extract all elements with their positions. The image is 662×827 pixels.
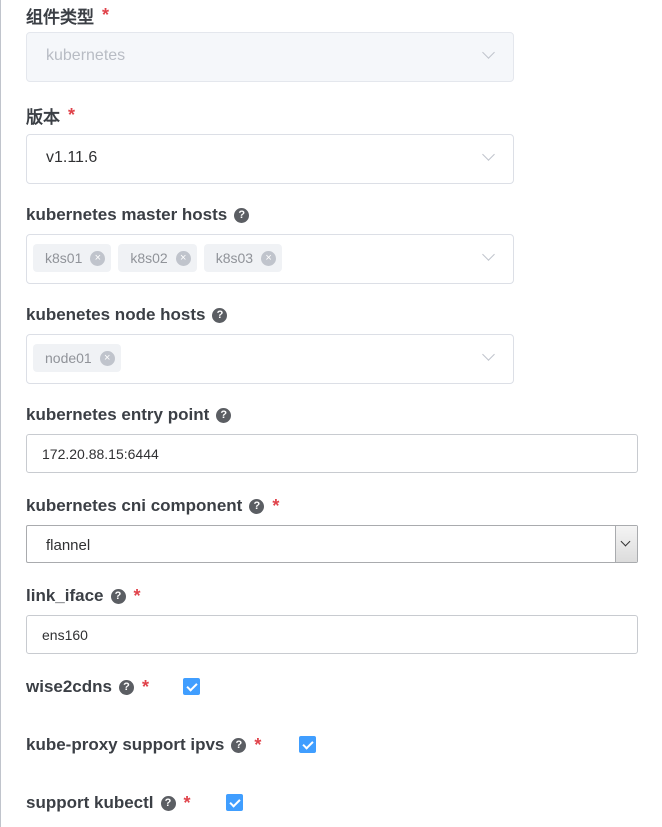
chevron-down-icon [482,46,495,59]
wise2cdns-checkbox[interactable] [183,678,200,695]
host-tag: k8s03 × [203,244,283,272]
node-hosts-label: kubenetes node hosts ? [26,304,228,326]
entry-point-label: kubernetes entry point ? [26,404,232,426]
component-type-value: kubernetes [46,47,126,64]
help-icon[interactable]: ? [160,795,176,811]
dropdown-arrow-icon[interactable] [615,526,637,562]
version-label: 版本 * [26,104,76,127]
master-hosts-label-text: kubernetes master hosts [26,205,228,224]
help-icon[interactable]: ? [249,498,265,514]
required-marker: * [68,104,76,125]
panel-left-border [0,0,1,827]
help-icon[interactable]: ? [212,307,228,323]
help-icon[interactable]: ? [234,207,250,223]
link-iface-input[interactable]: ens160 [26,615,638,654]
chevron-down-icon [482,148,495,161]
host-tag: k8s01 × [33,244,112,272]
link-iface-value: ens160 [42,627,88,643]
close-icon[interactable]: × [90,250,106,266]
help-icon[interactable]: ? [231,737,247,753]
kubectl-label: support kubectl ? * [26,792,191,814]
host-tag-label: node01 [45,350,92,366]
ipvs-label: kube-proxy support ipvs ? * [26,734,261,756]
ipvs-label-text: kube-proxy support ipvs [26,735,225,754]
help-icon[interactable]: ? [110,588,126,604]
host-tag-label: k8s01 [45,250,83,266]
component-type-label-text: 组件类型 [26,7,94,27]
host-tag-label: k8s03 [215,250,254,266]
ipvs-checkbox[interactable] [299,736,316,753]
required-marker: * [142,676,150,697]
kubectl-checkbox[interactable] [226,794,243,811]
cni-component-label-text: kubernetes cni component [26,496,243,515]
entry-point-input[interactable]: 172.20.88.15:6444 [26,434,638,473]
link-iface-label: link_iface ? * [26,585,141,607]
version-label-text: 版本 [26,107,60,127]
required-marker: * [133,585,141,606]
cni-component-label: kubernetes cni component ? * [26,495,279,517]
entry-point-label-text: kubernetes entry point [26,405,210,424]
entry-point-value: 172.20.88.15:6444 [42,446,159,462]
host-tag-label: k8s02 [130,250,168,266]
required-marker: * [272,495,280,516]
wise2cdns-label-text: wise2cdns [26,677,112,696]
cni-component-select[interactable]: flannel [26,525,638,563]
close-icon[interactable]: × [99,350,115,366]
kubectl-label-text: support kubectl [26,793,154,812]
link-iface-label-text: link_iface [26,586,104,605]
required-marker: * [254,734,262,755]
component-type-select[interactable]: kubernetes [26,32,514,82]
chevron-down-icon [482,348,495,361]
wise2cdns-label: wise2cdns ? * [26,676,149,698]
help-icon[interactable]: ? [216,407,232,423]
version-value: v1.11.6 [46,149,98,166]
master-hosts-select[interactable]: k8s01 × k8s02 × k8s03 × [26,234,514,284]
version-select[interactable]: v1.11.6 [26,134,514,184]
required-marker: * [102,4,110,25]
chevron-down-icon [482,248,495,261]
help-icon[interactable]: ? [119,679,134,695]
host-tag: node01 × [33,344,121,372]
host-tag: k8s02 × [118,244,197,272]
close-icon[interactable]: × [261,250,277,266]
required-marker: * [183,792,191,813]
node-hosts-label-text: kubenetes node hosts [26,305,206,324]
component-type-label: 组件类型 * [26,4,110,27]
cni-component-value: flannel [46,537,91,554]
node-hosts-tag-list: node01 × [33,344,121,372]
master-hosts-label: kubernetes master hosts ? [26,204,250,226]
node-hosts-select[interactable]: node01 × [26,334,514,384]
close-icon[interactable]: × [175,250,191,266]
master-hosts-tag-list: k8s01 × k8s02 × k8s03 × [33,244,283,272]
